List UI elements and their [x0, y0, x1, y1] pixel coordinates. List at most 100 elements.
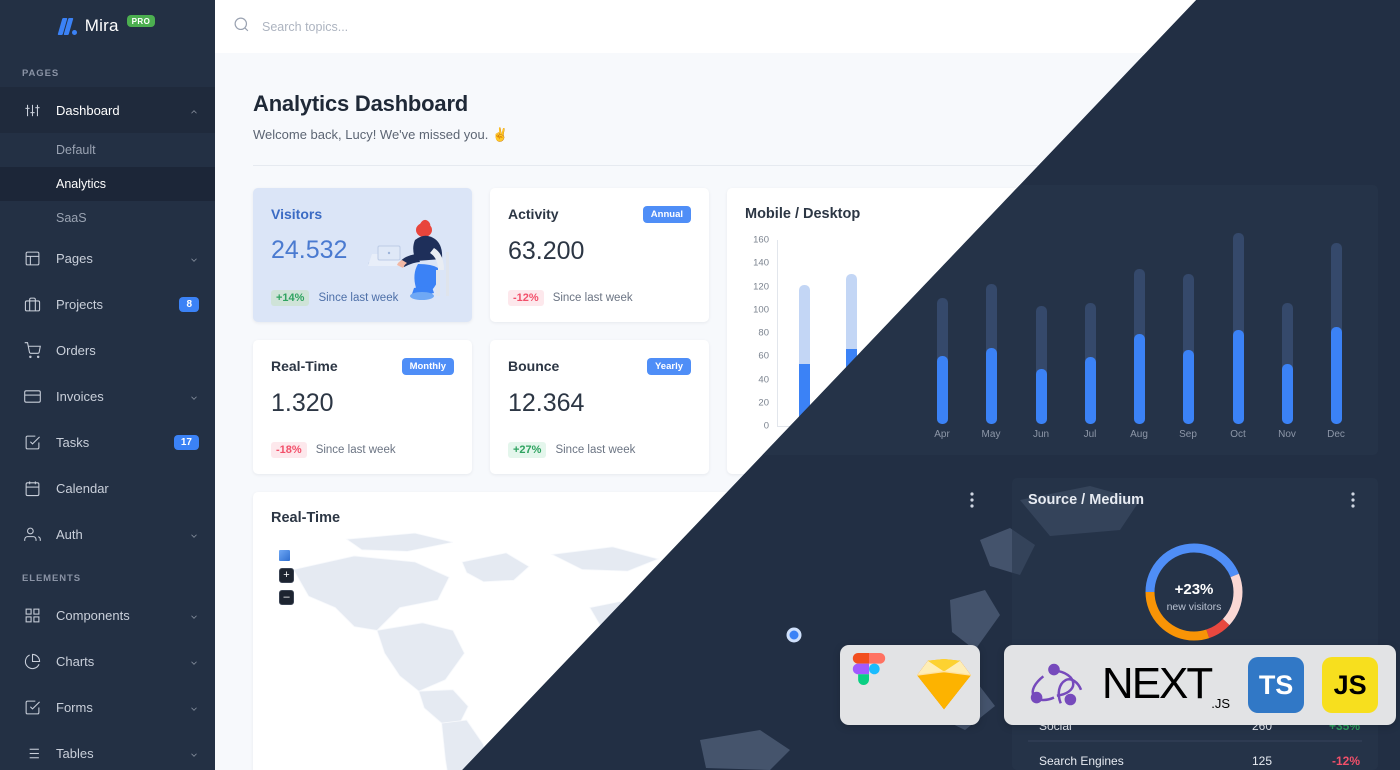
- sidebar-item-tables[interactable]: Tables: [0, 730, 215, 770]
- bar-lower-segment: [799, 364, 811, 426]
- bar-column[interactable]: [1206, 240, 1253, 426]
- bar: [940, 308, 952, 426]
- bar-column[interactable]: [781, 240, 828, 426]
- y-tick-label: 20: [758, 397, 769, 409]
- y-tick-label: 140: [753, 257, 769, 269]
- refresh-icon[interactable]: [1178, 102, 1196, 124]
- bar-column[interactable]: [1017, 240, 1064, 426]
- donut-center-value: +23%: [1177, 596, 1216, 613]
- stat-delta: +27%: [508, 442, 547, 458]
- sidebar-item-pages[interactable]: Pages: [0, 235, 215, 281]
- bar-column[interactable]: [828, 240, 875, 426]
- stat-title: Bounce: [508, 358, 560, 374]
- y-axis-line: [777, 240, 778, 426]
- sidebar-section-elements: ELEMENTS: [22, 573, 81, 584]
- donut-center-label: new visitors: [1169, 616, 1224, 628]
- redux-logo: [1030, 663, 1083, 706]
- more-icon[interactable]: [992, 510, 995, 525]
- chevron-up-icon: [189, 105, 199, 115]
- sidebar-item-auth[interactable]: Auth: [0, 511, 215, 557]
- x-tick-label: Jan: [796, 430, 813, 441]
- y-tick-label: 0: [763, 420, 769, 432]
- sidebar-item-calendar[interactable]: Calendar: [0, 465, 215, 511]
- stat-chip: Yearly: [647, 358, 691, 375]
- sidebar-subitem-default[interactable]: Default: [0, 133, 215, 167]
- sidebar-item-projects[interactable]: Projects 8: [0, 281, 215, 327]
- bar: [1177, 286, 1189, 426]
- search-input[interactable]: [262, 19, 582, 34]
- sidebar-badge-tasks: 17: [173, 434, 199, 450]
- messages-icon[interactable]: 3: [1241, 7, 1268, 39]
- bar-column[interactable]: [1112, 240, 1159, 426]
- bar-column[interactable]: [1301, 240, 1348, 426]
- map-zoom-in-button[interactable]: +: [279, 568, 294, 583]
- table-row[interactable]: Social 260 +35%: [1049, 720, 1344, 758]
- y-tick-label: 160: [753, 234, 769, 246]
- bar-column[interactable]: [1065, 240, 1112, 426]
- more-icon[interactable]: [1341, 206, 1344, 221]
- sidebar-item-tasks[interactable]: Tasks 17: [0, 419, 215, 465]
- map-zoom-out-button[interactable]: –: [279, 590, 294, 605]
- bar-column[interactable]: [1254, 240, 1301, 426]
- bar: [1318, 257, 1330, 426]
- y-tick-label: 100: [753, 304, 769, 316]
- nextjs-logo: NEXT.JS: [1102, 659, 1230, 711]
- topbar-actions: 3 7: [1241, 7, 1382, 39]
- bar-column[interactable]: [923, 240, 970, 426]
- sidebar-item-label: Projects: [56, 296, 103, 312]
- bar-lower-segment: [1224, 338, 1236, 426]
- y-tick-label: 80: [758, 327, 769, 339]
- realtime-map-card: Real-Time + –: [253, 492, 1013, 770]
- today-button[interactable]: Today: April 29: [1244, 97, 1362, 129]
- layout-icon: [22, 248, 42, 268]
- sidebar-item-invoices[interactable]: Invoices: [0, 373, 215, 419]
- chevron-down-icon: [189, 391, 199, 401]
- bar-lower-segment: [1177, 357, 1189, 426]
- briefcase-icon: [22, 294, 42, 314]
- stat-title: Visitors: [271, 206, 323, 222]
- topbar: 3 7: [215, 0, 1400, 53]
- power-icon[interactable]: [1363, 15, 1382, 39]
- sidebar-item-orders[interactable]: Orders: [0, 327, 215, 373]
- credit-card-icon: [22, 386, 42, 406]
- sidebar-item-components[interactable]: Components: [0, 592, 215, 638]
- bar-column[interactable]: [970, 240, 1017, 426]
- filter-icon[interactable]: [1212, 102, 1229, 124]
- page-subtitle: Welcome back, Lucy! We've missed you. ✌: [253, 127, 509, 142]
- figma-logo: [852, 653, 886, 685]
- bar-column[interactable]: [1159, 240, 1206, 426]
- chevron-down-icon: [189, 610, 199, 620]
- sidebar-item-label: Tables: [56, 745, 94, 761]
- sliders-icon: [22, 100, 42, 120]
- bar-column[interactable]: [876, 240, 923, 426]
- more-icon[interactable]: [1341, 510, 1344, 525]
- bar: [1271, 313, 1283, 426]
- mira-logo-icon: [57, 17, 77, 35]
- sidebar-item-dashboard[interactable]: Dashboard: [0, 87, 215, 133]
- stat-card-bounce[interactable]: Bounce Yearly 12.364 +27% Since last wee…: [490, 340, 709, 474]
- stat-card-activity[interactable]: Activity Annual 63.200 -12% Since last w…: [490, 188, 709, 322]
- stat-value: 1.320: [271, 389, 334, 417]
- x-tick-label: Nov: [1268, 430, 1287, 441]
- sidebar-item-forms[interactable]: Forms: [0, 684, 215, 730]
- check-square-icon: [22, 432, 42, 452]
- card-title: Source / Medium: [1049, 510, 1166, 526]
- brand-logo[interactable]: Mira PRO: [0, 0, 215, 52]
- sidebar-subitem-analytics[interactable]: Analytics: [0, 167, 215, 201]
- x-tick-label: Aug: [1126, 430, 1145, 441]
- sidebar-subitem-saas[interactable]: SaaS: [0, 201, 215, 235]
- stat-title: Activity: [508, 206, 559, 222]
- us-flag-icon[interactable]: [1323, 17, 1341, 36]
- notifications-icon[interactable]: 7: [1282, 7, 1309, 39]
- sidebar-item-charts[interactable]: Charts: [0, 638, 215, 684]
- bar: [1035, 316, 1047, 426]
- search-bar[interactable]: [233, 16, 1241, 38]
- sidebar: Mira PRO PAGES Dashboard Default Analyti…: [0, 0, 215, 770]
- table-row[interactable]: Search Engines 125 -12%: [1049, 757, 1344, 770]
- cell-users: 125: [1204, 757, 1266, 770]
- y-axis: 0 20 40 60 80 100 120 140 160: [745, 235, 775, 432]
- stat-card-visitors[interactable]: Visitors 24.532 +14% Since last week: [253, 188, 472, 322]
- sidebar-badge-projects: 8: [179, 296, 199, 312]
- bar: [846, 273, 858, 426]
- stat-card-realtime[interactable]: Real-Time Monthly 1.320 -18% Since last …: [253, 340, 472, 474]
